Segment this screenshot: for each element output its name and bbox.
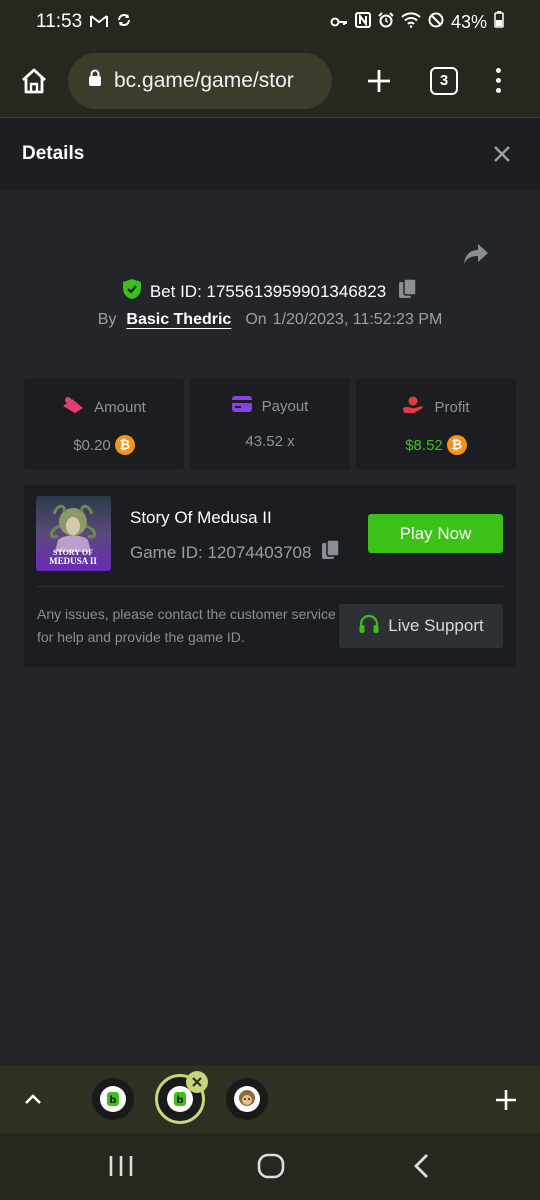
browser-toolbar: bc.game/game/stor 3 — [0, 44, 540, 118]
wifi-icon — [401, 11, 421, 33]
play-now-button[interactable]: Play Now — [368, 514, 503, 553]
close-button[interactable] — [490, 142, 514, 166]
chevron-up-icon — [25, 1094, 41, 1104]
profit-icon — [402, 396, 424, 418]
battery-percent: 43% — [450, 11, 487, 32]
copy-bet-id-button[interactable] — [398, 278, 418, 305]
bcgame-favicon-icon: b — [100, 1086, 126, 1112]
profit-label: Profit — [434, 398, 470, 416]
details-title: Details — [22, 143, 85, 164]
dot-icon — [495, 78, 501, 83]
live-support-label: Live Support — [388, 616, 484, 635]
payout-card: Payout 43.52 x — [190, 378, 350, 470]
tab-switcher-button[interactable]: 3 — [430, 66, 458, 95]
amount-value: $0.20 — [73, 436, 111, 454]
copy-icon — [399, 278, 417, 298]
copy-icon — [322, 539, 341, 559]
bitcoin-icon: ₿ — [446, 435, 467, 455]
url-text: bc.game/game/stor — [114, 68, 294, 92]
amount-card: Amount $0.20 ₿ — [24, 378, 184, 470]
tab-bubble-avatar[interactable] — [226, 1078, 268, 1120]
status-bar: 11:53 43% — [0, 0, 540, 44]
game-id-row: Game ID: 12074403708 — [130, 539, 341, 566]
payout-value: 43.52 x — [245, 433, 295, 450]
dnd-icon — [428, 12, 444, 33]
game-id-text: Game ID: 12074403708 — [130, 542, 312, 562]
plus-icon — [368, 69, 390, 92]
share-icon — [464, 244, 488, 264]
details-header: Details — [0, 118, 540, 190]
svg-text:b: b — [109, 1095, 116, 1106]
home-circle-icon — [257, 1153, 285, 1179]
alarm-icon — [378, 11, 394, 33]
status-time: 11:53 — [36, 11, 83, 32]
avatar-favicon-icon — [234, 1086, 260, 1112]
gmail-icon — [90, 13, 109, 32]
more-menu-button[interactable] — [492, 68, 504, 93]
profit-value: $8.52 — [405, 436, 443, 454]
dot-icon — [495, 88, 501, 93]
system-nav-bar — [0, 1133, 540, 1200]
amount-icon — [62, 396, 84, 418]
verified-shield-icon — [122, 278, 142, 305]
game-card: STORY OF MEDUSA II Story Of Medusa II Ga… — [24, 485, 516, 667]
bitcoin-icon: ₿ — [114, 435, 135, 455]
home-nav-button[interactable] — [257, 1153, 285, 1184]
browser-tab-strip: b b — [0, 1066, 540, 1133]
payout-icon — [231, 396, 252, 416]
sync-icon — [116, 12, 132, 32]
lock-icon — [88, 69, 102, 92]
bet-datetime: 1/20/2023, 11:52:23 PM — [272, 311, 443, 328]
bet-id-text: Bet ID: 1755613959901346823 — [149, 281, 387, 301]
recent-apps-icon — [109, 1156, 133, 1176]
divider — [36, 586, 504, 587]
bet-stats: Amount $0.20 ₿ Payout 43.52 x Profit $8.… — [24, 378, 516, 470]
amount-label: Amount — [94, 398, 146, 416]
plus-icon — [496, 1090, 516, 1110]
svg-text:b: b — [176, 1095, 183, 1106]
dot-icon — [495, 68, 501, 73]
address-bar[interactable]: bc.game/game/stor — [68, 52, 332, 109]
thumb-title-line2: MEDUSA II — [49, 556, 97, 566]
home-icon — [22, 68, 46, 93]
back-button[interactable] — [412, 1153, 432, 1184]
close-tab-button[interactable] — [186, 1071, 208, 1093]
recent-apps-button[interactable] — [108, 1153, 134, 1184]
game-thumbnail[interactable]: STORY OF MEDUSA II — [36, 496, 111, 571]
back-chevron-icon — [414, 1154, 428, 1178]
add-tab-button[interactable] — [494, 1088, 518, 1112]
copy-game-id-button[interactable] — [321, 539, 341, 566]
on-label: On — [245, 311, 267, 328]
live-support-button[interactable]: Live Support — [339, 604, 503, 648]
user-link[interactable]: Basic Thedric — [126, 311, 231, 329]
home-button[interactable] — [16, 63, 52, 99]
tab-bubble-bcgame[interactable]: b — [92, 1078, 134, 1120]
game-name[interactable]: Story Of Medusa II — [130, 508, 272, 528]
close-icon — [494, 146, 510, 162]
profit-card: Profit $8.52 ₿ — [356, 378, 516, 470]
close-icon — [192, 1077, 202, 1087]
support-notice: Any issues, please contact the customer … — [37, 606, 336, 645]
new-tab-button[interactable] — [362, 64, 396, 98]
headset-icon — [358, 613, 380, 640]
payout-label: Payout — [261, 397, 309, 415]
bet-id-row: Bet ID: 1755613959901346823 — [0, 278, 540, 305]
by-label: By — [97, 311, 117, 328]
expand-tabs-button[interactable] — [22, 1088, 44, 1110]
battery-icon — [494, 11, 504, 33]
nfc-icon — [354, 11, 371, 33]
key-icon — [330, 12, 348, 33]
bet-meta-row: By Basic Thedric On 1/20/2023, 11:52:23 … — [0, 311, 540, 329]
share-button[interactable] — [462, 240, 490, 268]
